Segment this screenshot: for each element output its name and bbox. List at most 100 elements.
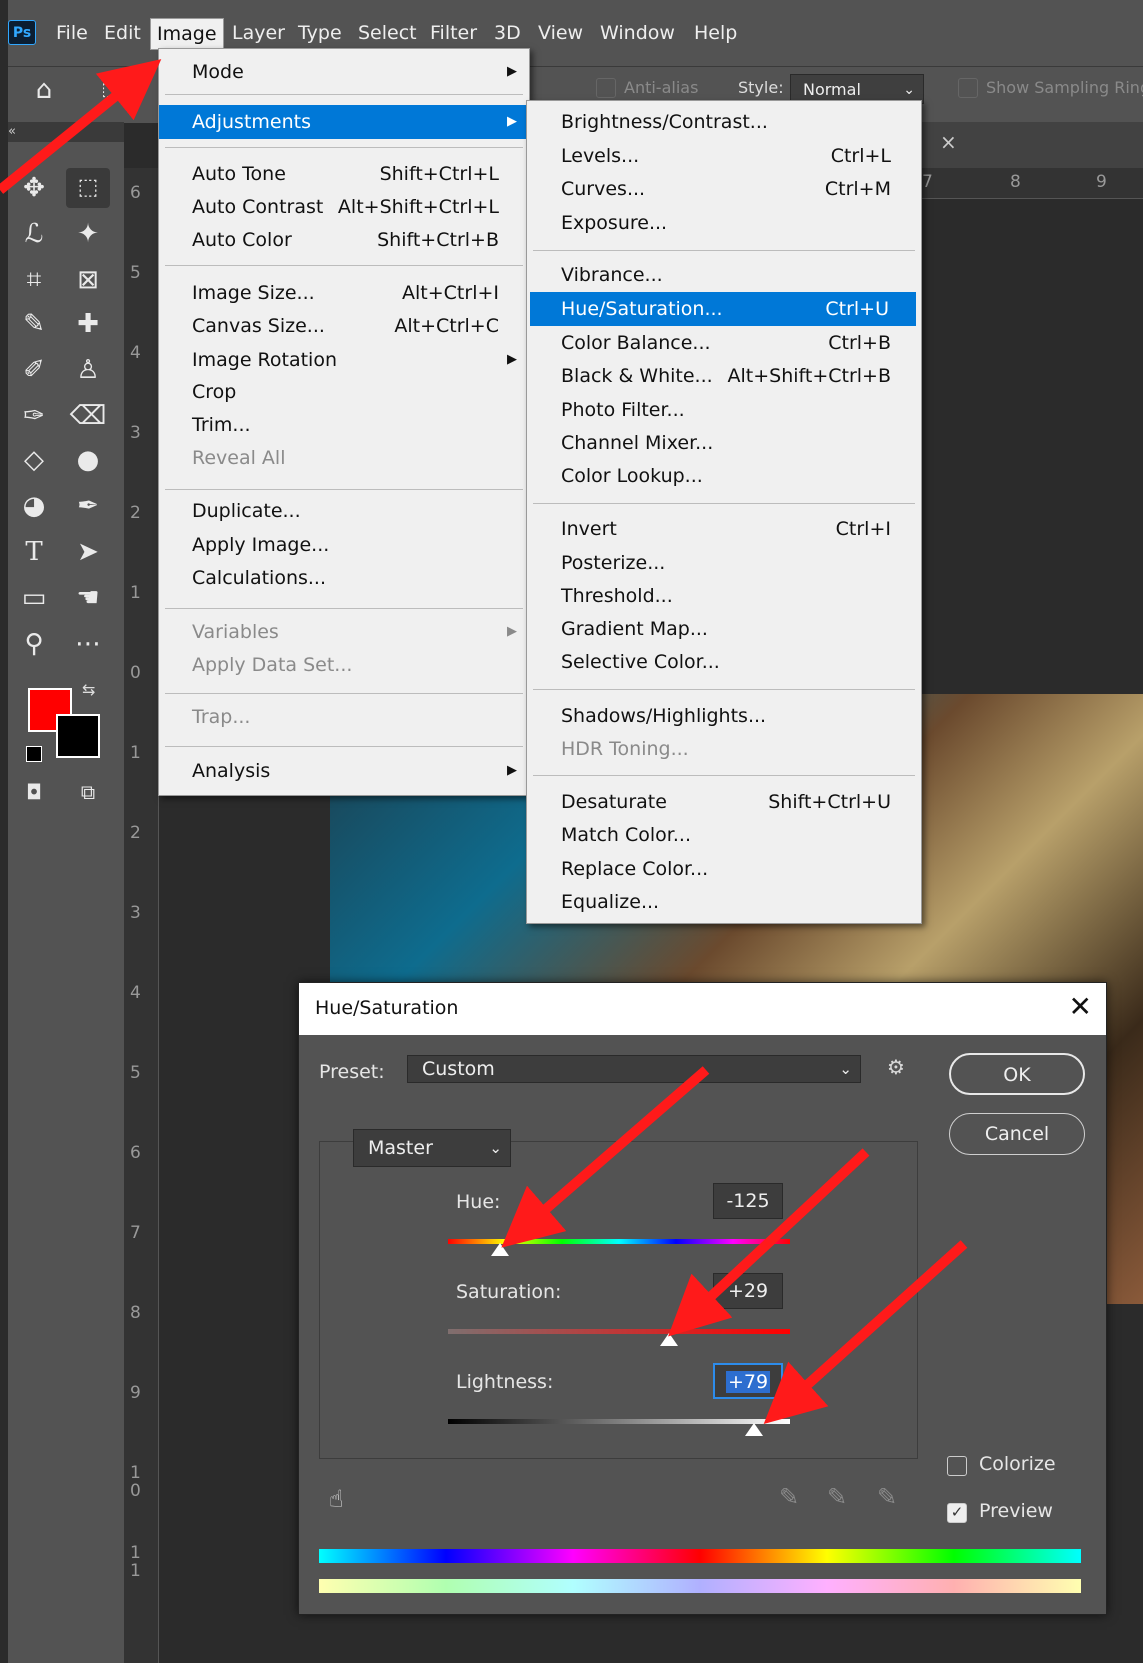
more-tools-icon[interactable]: ⋯ bbox=[66, 624, 110, 664]
menu-image[interactable]: Image bbox=[150, 18, 224, 50]
close-tab-icon[interactable]: × bbox=[940, 130, 957, 154]
menu-filter[interactable]: Filter bbox=[424, 18, 483, 48]
menu-item-canvas-size[interactable]: Canvas Size... Alt+Ctrl+C bbox=[159, 311, 529, 341]
eyedropper-tool-icon[interactable]: ✎ bbox=[12, 304, 56, 344]
menu-item-vibrance[interactable]: Vibrance... bbox=[527, 260, 921, 290]
screen-mode-icon[interactable]: ⧉ bbox=[66, 772, 110, 812]
saturation-input[interactable]: +29 bbox=[713, 1273, 783, 1309]
menu-edit[interactable]: Edit bbox=[98, 18, 147, 48]
menu-item-color-lookup[interactable]: Color Lookup... bbox=[527, 461, 921, 491]
lasso-tool-icon[interactable]: ℒ bbox=[12, 214, 56, 254]
crop-tool-icon[interactable]: ⌗ bbox=[12, 260, 56, 300]
menu-item-black-white[interactable]: Black & White... Alt+Shift+Ctrl+B bbox=[527, 361, 921, 391]
menu-item-equalize[interactable]: Equalize... bbox=[527, 887, 921, 917]
menu-item-channel-mixer[interactable]: Channel Mixer... bbox=[527, 428, 921, 458]
menu-item-gradient-map[interactable]: Gradient Map... bbox=[527, 614, 921, 644]
menu-window[interactable]: Window bbox=[594, 18, 681, 48]
targeted-adjustment-hand-icon[interactable]: ☝ bbox=[329, 1485, 344, 1513]
menu-item-threshold[interactable]: Threshold... bbox=[527, 581, 921, 611]
close-icon[interactable]: ✕ bbox=[1069, 991, 1092, 1023]
menu-item-levels[interactable]: Levels... Ctrl+L bbox=[527, 141, 921, 171]
rectangle-tool-icon[interactable]: ▭ bbox=[12, 578, 56, 618]
menu-item-crop[interactable]: Crop bbox=[159, 377, 529, 407]
menu-separator bbox=[165, 693, 523, 694]
frame-tool-icon[interactable]: ⊠ bbox=[66, 260, 110, 300]
healing-brush-tool-icon[interactable]: ✚ bbox=[66, 304, 110, 344]
gear-icon[interactable]: ⚙ bbox=[887, 1055, 905, 1079]
cancel-button[interactable]: Cancel bbox=[949, 1113, 1085, 1155]
menu-item-image-rotation[interactable]: Image Rotation ▶ bbox=[159, 345, 529, 375]
background-color-swatch[interactable] bbox=[56, 714, 100, 758]
menu-layer[interactable]: Layer bbox=[226, 18, 291, 48]
menu-item-curves[interactable]: Curves... Ctrl+M bbox=[527, 174, 921, 204]
menu-item-exposure[interactable]: Exposure... bbox=[527, 208, 921, 238]
menu-item-desaturate[interactable]: Desaturate Shift+Ctrl+U bbox=[527, 787, 921, 817]
menu-item-brightness-contrast[interactable]: Brightness/Contrast... bbox=[527, 107, 921, 137]
menu-item-adjustments[interactable]: Adjustments ▶ bbox=[159, 105, 529, 139]
collapse-toolbar-icon[interactable]: « bbox=[8, 122, 124, 142]
sampling-ring-checkbox[interactable] bbox=[958, 78, 978, 98]
menu-select[interactable]: Select bbox=[352, 18, 423, 48]
paint-bucket-tool-icon[interactable]: ◇ bbox=[12, 440, 56, 480]
hand-tool-icon[interactable]: ☚ bbox=[66, 578, 110, 618]
hue-input[interactable]: -125 bbox=[713, 1183, 783, 1219]
menu-help[interactable]: Help bbox=[688, 18, 743, 48]
eyedropper-icon[interactable]: ✎ bbox=[779, 1483, 799, 1511]
hue-slider-thumb[interactable] bbox=[491, 1243, 510, 1256]
menu-item-color-balance[interactable]: Color Balance... Ctrl+B bbox=[527, 328, 921, 358]
menu-item-apply-image[interactable]: Apply Image... bbox=[159, 530, 529, 560]
colorize-checkbox[interactable] bbox=[947, 1456, 967, 1476]
eyedropper-plus-icon[interactable]: ✎ bbox=[827, 1483, 847, 1511]
menu-view[interactable]: View bbox=[532, 18, 589, 48]
saturation-slider-thumb[interactable] bbox=[659, 1333, 678, 1346]
saturation-slider-track[interactable] bbox=[448, 1329, 790, 1334]
marquee-options-icon[interactable]: ⬚ bbox=[88, 70, 132, 110]
menu-item-mode[interactable]: Mode ▶ bbox=[159, 57, 529, 87]
menu-file[interactable]: File bbox=[50, 18, 94, 48]
menu-item-photo-filter[interactable]: Photo Filter... bbox=[527, 395, 921, 425]
move-tool-icon[interactable]: ✥ bbox=[12, 168, 56, 208]
preset-select[interactable]: Custom ⌄ bbox=[407, 1055, 861, 1083]
quick-mask-icon[interactable]: ◘ bbox=[12, 772, 56, 812]
zoom-tool-icon[interactable]: ⚲ bbox=[12, 624, 56, 664]
eyedropper-minus-icon[interactable]: ✎ bbox=[877, 1483, 897, 1511]
menu-item-shadows-highlights[interactable]: Shadows/Highlights... bbox=[527, 701, 921, 731]
pen-tool-icon[interactable]: ✒ bbox=[66, 486, 110, 526]
blur-tool-icon[interactable]: ● bbox=[66, 440, 110, 480]
menu-item-invert[interactable]: Invert Ctrl+I bbox=[527, 514, 921, 544]
menu-item-auto-contrast[interactable]: Auto Contrast Alt+Shift+Ctrl+L bbox=[159, 192, 529, 222]
default-colors-icon[interactable] bbox=[26, 746, 42, 762]
menu-item-duplicate[interactable]: Duplicate... bbox=[159, 496, 529, 526]
menu-3d[interactable]: 3D bbox=[488, 18, 527, 48]
menu-item-selective-color[interactable]: Selective Color... bbox=[527, 647, 921, 677]
menu-item-hue-saturation[interactable]: Hue/Saturation... Ctrl+U bbox=[530, 292, 916, 326]
clone-stamp-tool-icon[interactable]: ♙ bbox=[66, 350, 110, 390]
menu-item-image-size[interactable]: Image Size... Alt+Ctrl+I bbox=[159, 278, 529, 308]
menu-item-auto-tone[interactable]: Auto Tone Shift+Ctrl+L bbox=[159, 159, 529, 189]
home-icon[interactable]: ⌂ bbox=[22, 70, 66, 110]
lightness-input[interactable]: +79 bbox=[713, 1363, 783, 1399]
menu-item-analysis[interactable]: Analysis ▶ bbox=[159, 756, 529, 786]
menu-item-replace-color[interactable]: Replace Color... bbox=[527, 854, 921, 884]
menu-type[interactable]: Type bbox=[292, 18, 348, 48]
ok-button[interactable]: OK bbox=[949, 1053, 1085, 1095]
brush-tool-icon[interactable]: ✐ bbox=[12, 350, 56, 390]
magic-wand-tool-icon[interactable]: ✦ bbox=[66, 214, 110, 254]
menu-item-calculations[interactable]: Calculations... bbox=[159, 563, 529, 593]
menu-item-auto-color[interactable]: Auto Color Shift+Ctrl+B bbox=[159, 225, 529, 255]
lightness-slider-thumb[interactable] bbox=[745, 1423, 764, 1436]
type-tool-icon[interactable]: T bbox=[12, 532, 56, 572]
menu-item-match-color[interactable]: Match Color... bbox=[527, 820, 921, 850]
lightness-slider-track[interactable] bbox=[448, 1419, 790, 1424]
path-selection-tool-icon[interactable]: ➤ bbox=[66, 532, 110, 572]
preview-checkbox[interactable]: ✓ bbox=[947, 1503, 967, 1523]
anti-alias-checkbox[interactable] bbox=[596, 78, 616, 98]
marquee-tool-icon[interactable]: ⬚ bbox=[66, 168, 110, 208]
menu-item-posterize[interactable]: Posterize... bbox=[527, 548, 921, 578]
menu-item-trim[interactable]: Trim... bbox=[159, 410, 529, 440]
channel-select[interactable]: Master ⌄ bbox=[353, 1129, 511, 1167]
eraser-tool-icon[interactable]: ⌫ bbox=[66, 396, 110, 436]
swap-colors-icon[interactable]: ⇆ bbox=[82, 680, 95, 699]
history-brush-tool-icon[interactable]: ✑ bbox=[12, 396, 56, 436]
dodge-tool-icon[interactable]: ◕ bbox=[12, 486, 56, 526]
